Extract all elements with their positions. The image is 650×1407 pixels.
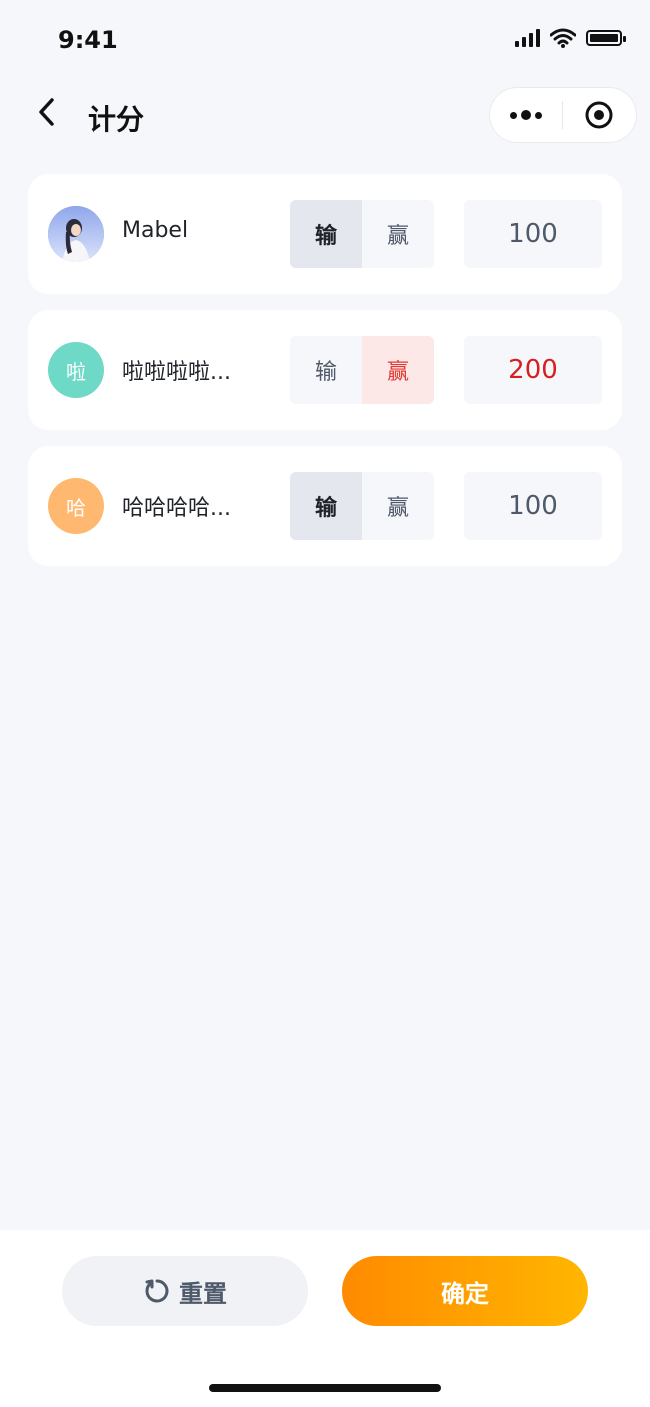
target-icon [585, 101, 613, 129]
lose-option[interactable]: 输 [290, 200, 362, 268]
chevron-left-icon [39, 98, 54, 126]
status-time: 9:41 [58, 26, 118, 54]
confirm-button[interactable]: 确定 [342, 1256, 588, 1326]
user-photo-icon [48, 206, 104, 262]
avatar-letter: 哈 [66, 495, 86, 520]
bottom-action-bar: 重置 确定 [0, 1230, 650, 1407]
avatar-letter: 啦 [66, 359, 86, 384]
more-dots-icon [510, 111, 517, 119]
reset-button[interactable]: 重置 [62, 1256, 308, 1326]
battery-icon [586, 30, 626, 46]
player-card: Mabel 输 赢 100 [28, 174, 622, 294]
signal-icon [515, 29, 540, 47]
wifi-icon [550, 28, 576, 48]
score-input[interactable]: 100 [464, 472, 602, 540]
player-name: Mabel [122, 218, 189, 243]
result-toggle: 输 赢 [290, 336, 434, 404]
nav-bar: 计分 [0, 80, 650, 150]
back-button[interactable] [26, 92, 66, 132]
lose-option[interactable]: 输 [290, 472, 362, 540]
lose-option[interactable]: 输 [290, 336, 362, 404]
player-name: 啦啦啦啦... [122, 360, 231, 385]
reset-label: 重置 [179, 1279, 227, 1308]
win-option[interactable]: 赢 [362, 472, 434, 540]
player-card: 啦 啦啦啦啦... 输 赢 200 [28, 310, 622, 430]
close-mini-program-button[interactable] [563, 88, 635, 142]
status-icons [515, 28, 626, 48]
result-toggle: 输 赢 [290, 472, 434, 540]
score-input[interactable]: 100 [464, 200, 602, 268]
page-title: 计分 [88, 103, 145, 136]
player-name: 哈哈哈哈... [122, 496, 231, 521]
avatar: 啦 [48, 342, 104, 398]
home-indicator [209, 1384, 441, 1392]
win-option[interactable]: 赢 [362, 336, 434, 404]
more-button[interactable] [490, 88, 562, 142]
mini-program-capsule [490, 88, 636, 142]
avatar [48, 206, 104, 262]
score-input[interactable]: 200 [464, 336, 602, 404]
avatar: 哈 [48, 478, 104, 534]
win-option[interactable]: 赢 [362, 200, 434, 268]
player-card: 哈 哈哈哈哈... 输 赢 100 [28, 446, 622, 566]
player-list: Mabel 输 赢 100 啦 啦啦啦啦... 输 赢 200 哈 哈哈哈哈..… [28, 174, 622, 582]
status-bar: 9:41 [0, 0, 650, 80]
refresh-icon [145, 1279, 169, 1303]
result-toggle: 输 赢 [290, 200, 434, 268]
